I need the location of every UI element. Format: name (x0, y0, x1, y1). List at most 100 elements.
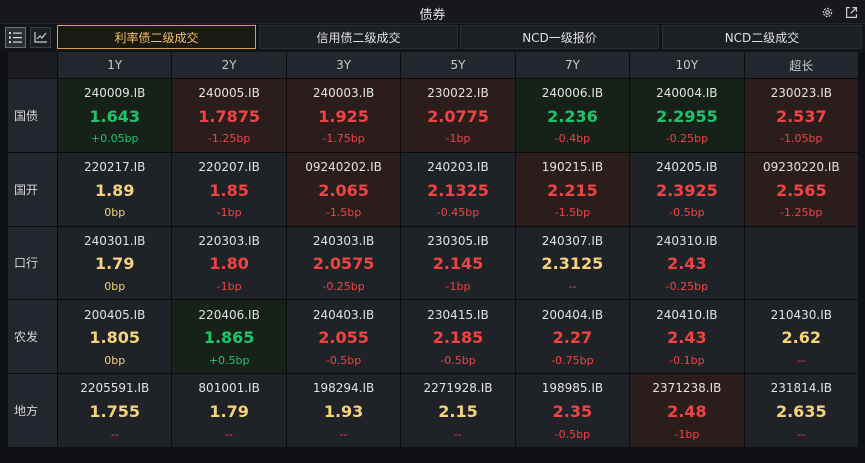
bond-yield: 2.565 (775, 180, 827, 200)
bond-yield: 2.055 (318, 328, 369, 348)
row-header: 国开 (8, 152, 57, 226)
bond-yield: 1.79 (94, 254, 135, 274)
yield-change: -0.5bp (325, 353, 362, 367)
popout-icon[interactable] (843, 4, 859, 20)
bond-yield: 1.89 (94, 180, 135, 200)
bond-quote-cell[interactable]: 220217.IB 1.89 0bp (58, 152, 172, 226)
line-chart-icon (33, 28, 48, 47)
bond-quote-cell[interactable]: 801001.IB 1.79 -- (172, 374, 286, 447)
bond-yield: 2.635 (775, 402, 827, 422)
bond-quote-cell[interactable]: 240205.IB 2.3925 -0.5bp (630, 152, 744, 226)
bond-quote-cell[interactable]: 240310.IB 2.43 -0.25bp (630, 226, 744, 300)
bond-code: 2371238.IB (652, 381, 722, 396)
bond-code: 240009.IB (84, 86, 146, 101)
bond-quote-cell[interactable]: 220207.IB 1.85 -1bp (172, 152, 286, 226)
bond-yield-table: 1Y 2Y 3Y 5Y 7Y 10Y 超长 国债 240009.IB 1.643 +0.05bp 24… (8, 52, 858, 447)
bond-yield: 1.93 (323, 402, 364, 422)
yield-change: +0.05bp (90, 132, 139, 146)
bond-quote-cell[interactable]: 220406.IB 1.865 +0.5bp (172, 300, 286, 374)
bond-code: 240003.IB (312, 86, 375, 101)
bond-quote-cell[interactable]: 240003.IB 1.925 -1.75bp (286, 79, 401, 152)
bond-code: 240410.IB (656, 307, 718, 322)
bond-code: 2205591.IB (80, 381, 150, 396)
bond-code: 240303.IB (312, 233, 375, 248)
list-view-button[interactable] (5, 27, 26, 48)
bond-quote-cell[interactable]: 2371238.IB 2.48 -1bp (630, 374, 744, 447)
yield-change: -- (339, 427, 348, 441)
tab-rate-bond-secondary[interactable]: 利率债二级成交 (57, 25, 256, 49)
bond-quote-cell[interactable]: 230022.IB 2.0775 -1bp (401, 79, 515, 152)
yield-change: 0bp (104, 353, 126, 367)
window-title: 债券 (419, 8, 446, 23)
bond-yield: 1.7875 (198, 106, 260, 126)
bond-quote-cell[interactable]: 240303.IB 2.0575 -0.25bp (286, 226, 401, 300)
list-icon (9, 28, 22, 47)
bond-quote-cell[interactable]: 2271928.IB 2.15 -- (401, 374, 515, 447)
bond-yield: 2.48 (667, 402, 707, 422)
bond-code: 231814.IB (770, 381, 832, 396)
bond-quote-cell[interactable]: 240005.IB 1.7875 -1.25bp (172, 79, 286, 152)
bond-yield: 2.185 (432, 328, 484, 348)
yield-change: -- (110, 427, 119, 441)
tab-ncd-secondary[interactable]: NCD二级成交 (662, 25, 862, 49)
bond-quote-cell[interactable]: 231814.IB 2.635 -- (744, 374, 858, 447)
bond-code: 220406.IB (198, 307, 260, 322)
column-header: 5Y (401, 52, 515, 78)
yield-change: -1bp (674, 427, 700, 441)
bond-quote-cell[interactable]: 240403.IB 2.055 -0.5bp (286, 300, 401, 374)
bond-quote-cell[interactable]: 230305.IB 2.145 -1bp (401, 226, 515, 300)
yield-change: -0.25bp (665, 280, 709, 294)
bond-quote-cell[interactable]: 190215.IB 2.215 -1.5bp (515, 152, 630, 226)
column-header: 3Y (286, 52, 401, 78)
chart-view-button[interactable] (30, 27, 51, 48)
bond-code: 200405.IB (84, 307, 146, 322)
bond-quote-cell[interactable]: 198294.IB 1.93 -- (286, 374, 401, 447)
bond-code: 240310.IB (656, 233, 718, 248)
bond-quote-cell[interactable]: 198985.IB 2.35 -0.5bp (515, 374, 630, 447)
bond-quote-cell[interactable]: 200405.IB 1.805 0bp (58, 300, 172, 374)
bond-code: 09230220.IB (762, 160, 840, 175)
bond-yield: 2.43 (667, 328, 707, 348)
bond-quote-cell[interactable]: 230023.IB 2.537 -1.05bp (744, 79, 858, 152)
bond-code: 240307.IB (541, 233, 604, 248)
bond-quote-cell[interactable]: 230415.IB 2.185 -0.5bp (401, 300, 515, 374)
row-header: 口行 (8, 226, 57, 300)
yield-change: -1bp (216, 206, 242, 220)
bond-quote-cell[interactable]: 09230220.IB 2.565 -1.25bp (744, 152, 858, 226)
gear-icon[interactable] (819, 4, 835, 20)
bond-yield: 2.35 (552, 402, 593, 422)
bond-yield: 1.80 (209, 254, 249, 274)
bond-yield: 2.3125 (541, 254, 604, 274)
bond-code: 190215.IB (541, 160, 604, 175)
bond-quote-cell[interactable]: 09240202.IB 2.065 -1.5bp (286, 152, 401, 226)
tab-ncd-primary-quote[interactable]: NCD一级报价 (460, 25, 659, 49)
yield-change: -0.4bp (554, 132, 591, 146)
yield-change: 0bp (104, 206, 126, 220)
bond-quote-cell[interactable]: 240301.IB 1.79 0bp (58, 226, 172, 300)
bond-quote-cell[interactable]: 220303.IB 1.80 -1bp (172, 226, 286, 300)
bond-quote-cell[interactable]: 210430.IB 2.62 -- (744, 300, 858, 374)
yield-change: -- (797, 353, 806, 367)
row-header: 农发 (8, 300, 57, 374)
yield-change: -0.75bp (551, 353, 594, 367)
yield-change: -1.25bp (780, 206, 823, 220)
bond-code: 220303.IB (198, 233, 260, 248)
bond-quote-cell[interactable]: 200404.IB 2.27 -0.75bp (515, 300, 630, 374)
bond-quote-cell[interactable]: 240203.IB 2.1325 -0.45bp (401, 152, 515, 226)
tab-credit-bond-secondary[interactable]: 信用债二级成交 (259, 25, 458, 49)
bond-yield: 2.15 (438, 402, 478, 422)
bond-quote-cell[interactable]: 240006.IB 2.236 -0.4bp (515, 79, 630, 152)
bond-code: 198294.IB (312, 381, 375, 396)
bond-code: 200404.IB (541, 307, 604, 322)
bond-code: 240006.IB (541, 86, 604, 101)
bond-quote-cell[interactable]: 240307.IB 2.3125 -- (515, 226, 630, 300)
yield-change: -- (568, 280, 577, 294)
bond-quote-cell[interactable]: 240410.IB 2.43 -0.1bp (630, 300, 744, 374)
bond-quote-cell[interactable]: 2205591.IB 1.755 -- (58, 374, 172, 447)
bond-yield: 1.805 (89, 328, 141, 348)
bond-quote-cell[interactable]: 240009.IB 1.643 +0.05bp (58, 79, 172, 152)
bond-yield: 2.2955 (655, 106, 718, 126)
toolbar: 利率债二级成交 信用债二级成交 NCD一级报价 NCD二级成交 (0, 24, 865, 52)
bond-code: 09240202.IB (305, 160, 382, 175)
bond-quote-cell[interactable]: 240004.IB 2.2955 -0.25bp (630, 79, 744, 152)
